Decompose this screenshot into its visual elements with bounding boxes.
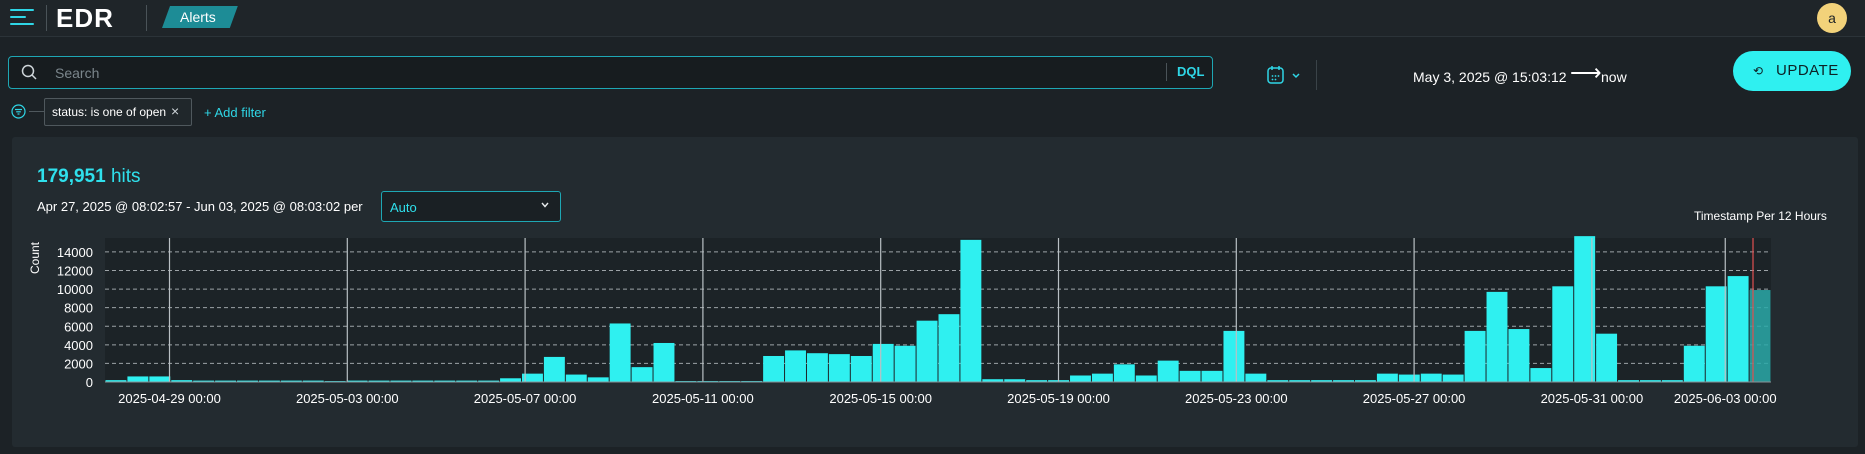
y-tick-label: 12000 xyxy=(57,264,93,279)
histogram-bar xyxy=(828,354,850,382)
histogram-bar xyxy=(587,377,609,382)
histogram-bar xyxy=(763,355,785,382)
y-tick-label: 8000 xyxy=(64,301,93,316)
histogram-bar xyxy=(1070,375,1091,382)
histogram-bar xyxy=(631,367,653,382)
x-tick-label: 2025-05-03 00:00 xyxy=(296,391,399,406)
histogram-bar xyxy=(806,353,828,382)
histogram-bar xyxy=(1179,370,1201,382)
histogram-bar xyxy=(1091,373,1113,382)
x-tick-label: 2025-06-03 00:00 xyxy=(1674,391,1777,406)
histogram-bar xyxy=(872,343,894,382)
histogram-bar xyxy=(127,376,149,382)
histogram-bar xyxy=(1683,345,1705,382)
histogram-bar xyxy=(565,374,587,382)
histogram-bar xyxy=(1596,333,1618,382)
histogram-bar xyxy=(1201,370,1223,382)
y-axis-label: Count xyxy=(28,241,42,274)
histogram-bar xyxy=(850,355,872,382)
histogram-bar xyxy=(938,314,960,382)
histogram-bar xyxy=(1530,368,1552,382)
histogram-bar xyxy=(1508,329,1530,382)
histogram-bar xyxy=(543,356,565,382)
histogram-bar xyxy=(1442,374,1464,382)
x-tick-label: 2025-05-07 00:00 xyxy=(474,391,577,406)
histogram-bar xyxy=(1113,364,1135,382)
histogram-bar xyxy=(1398,374,1420,382)
y-tick-label: 4000 xyxy=(64,338,93,353)
histogram-bar xyxy=(1486,291,1508,382)
x-tick-label: 2025-05-23 00:00 xyxy=(1185,391,1288,406)
histogram-bar xyxy=(653,342,675,382)
histogram-bar xyxy=(1552,286,1574,382)
histogram-bar xyxy=(1245,373,1267,382)
x-tick-label: 2025-05-19 00:00 xyxy=(1007,391,1110,406)
x-tick-label: 2025-05-11 00:00 xyxy=(652,391,754,406)
histogram-bar xyxy=(149,376,171,382)
histogram-bar xyxy=(1223,330,1245,382)
histogram-bar xyxy=(609,323,631,382)
x-tick-label: 2025-04-29 00:00 xyxy=(118,391,221,406)
histogram-bar xyxy=(1420,373,1442,382)
histogram-bar xyxy=(1157,360,1179,382)
histogram-bar xyxy=(1727,276,1749,382)
histogram-bar xyxy=(500,378,521,382)
y-tick-label: 14000 xyxy=(57,245,93,260)
histogram-bar xyxy=(1705,286,1727,382)
y-tick-label: 2000 xyxy=(64,356,93,371)
y-tick-label: 6000 xyxy=(64,319,93,334)
histogram-bar xyxy=(916,320,938,382)
histogram-bar xyxy=(960,239,982,382)
x-tick-label: 2025-05-15 00:00 xyxy=(829,391,932,406)
histogram-bar xyxy=(1135,375,1157,382)
histogram-bar xyxy=(1376,373,1398,382)
x-tick-label: 2025-05-27 00:00 xyxy=(1363,391,1466,406)
histogram-bar xyxy=(1464,330,1486,382)
histogram-bar xyxy=(894,345,916,382)
x-tick-label: 2025-05-31 00:00 xyxy=(1541,391,1644,406)
histogram-bar xyxy=(785,350,806,382)
histogram-chart[interactable]: 0 2000 4000 6000 8000 10000 12000 14000 Count 202… xyxy=(0,0,1865,454)
y-tick-label: 10000 xyxy=(57,282,93,297)
y-tick-label: 0 xyxy=(86,375,93,390)
